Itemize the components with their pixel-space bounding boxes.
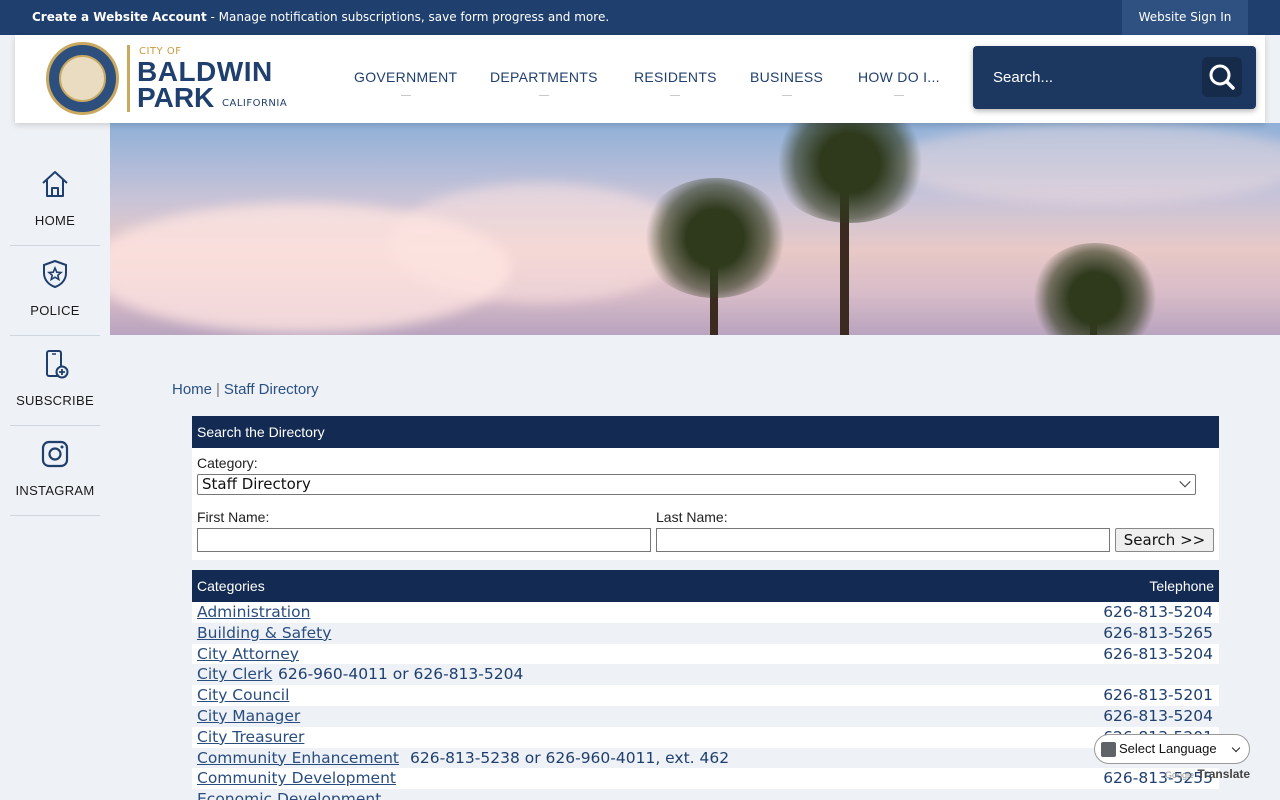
- nav-label: BUSINESS: [750, 69, 824, 85]
- category-selected-value: Staff Directory: [202, 475, 311, 493]
- breadcrumb-current[interactable]: Staff Directory: [224, 381, 319, 398]
- logo-divider: [127, 45, 130, 112]
- create-account-link[interactable]: Create a Website Account: [32, 10, 207, 24]
- rail-label: HOME: [34, 213, 76, 228]
- google-wordmark: Google: [1165, 770, 1195, 780]
- language-select-label: Select Language: [1119, 741, 1217, 756]
- telephone-column-header: Telephone: [1149, 578, 1214, 594]
- rail-label: POLICE: [30, 303, 80, 318]
- rail-item-subscribe[interactable]: SUBSCRIBE: [0, 336, 110, 426]
- table-row: Administration 626-813-5204: [192, 602, 1219, 623]
- category-link[interactable]: Community Development: [197, 768, 396, 789]
- rail-item-home[interactable]: HOME: [0, 156, 110, 246]
- category-link[interactable]: Administration: [197, 602, 310, 623]
- powered-by-google-translate[interactable]: Google Translate: [1165, 767, 1250, 781]
- category-link[interactable]: Community Enhancement: [197, 748, 399, 769]
- rail-item-instagram[interactable]: INSTAGRAM: [0, 426, 110, 516]
- site-search-box[interactable]: Search...: [973, 46, 1256, 109]
- logo-park[interactable]: PARK: [137, 82, 214, 114]
- table-row: Building & Safety 626-813-5265: [192, 622, 1219, 644]
- table-row: City Council 626-813-5201: [192, 685, 1219, 706]
- chevron-down-icon: [1179, 476, 1191, 488]
- language-select[interactable]: Select Language: [1094, 734, 1250, 764]
- rail-item-police[interactable]: POLICE: [0, 246, 110, 336]
- categories-table: Administration 626-813-5204 Building & Saf…: [192, 602, 1219, 800]
- rail-label: INSTAGRAM: [15, 483, 95, 498]
- category-telephone: 626-813-5265: [1103, 623, 1213, 642]
- table-row: Community Development 626-813-5255: [192, 768, 1219, 790]
- table-row: City Attorney 626-813-5204: [192, 643, 1219, 665]
- category-link[interactable]: City Manager: [197, 706, 300, 727]
- category-telephone: 626-813-5201: [1103, 686, 1213, 705]
- nav-label: GOVERNMENT: [354, 69, 458, 85]
- nav-label: DEPARTMENTS: [490, 69, 598, 85]
- directory-search-button[interactable]: Search >>: [1115, 528, 1214, 552]
- category-label: Category:: [197, 455, 258, 471]
- nav-label: RESIDENTS: [634, 69, 717, 85]
- rail-label: SUBSCRIBE: [16, 393, 94, 408]
- category-link[interactable]: Building & Safety: [197, 623, 331, 644]
- category-link[interactable]: Economic Development: [197, 789, 381, 800]
- city-seal-logo[interactable]: [46, 42, 119, 115]
- directory-search-header: Search the Directory: [192, 416, 1219, 448]
- category-select[interactable]: Staff Directory: [197, 474, 1196, 495]
- hero-banner-image: [110, 123, 1280, 335]
- category-link[interactable]: City Clerk: [197, 664, 272, 685]
- first-name-input[interactable]: [197, 528, 651, 552]
- phone-subscribe-icon: [46, 350, 69, 379]
- police-badge-icon: [43, 259, 67, 289]
- category-inline-phone: 626-960-4011 or 626-813-5204: [278, 665, 524, 684]
- category-link[interactable]: City Attorney: [197, 644, 299, 665]
- categories-column-header: Categories: [197, 578, 265, 594]
- nav-how-do-i[interactable]: HOW DO I...: [858, 69, 940, 96]
- table-row: City Treasurer626-813-5201: [192, 726, 1219, 748]
- google-translate-icon: [1101, 742, 1116, 757]
- breadcrumb-separator: |: [216, 381, 220, 398]
- category-telephone: 626-813-5204: [1103, 603, 1213, 621]
- category-telephone: 626-813-5204: [1103, 706, 1213, 725]
- breadcrumb-home[interactable]: Home: [172, 381, 212, 398]
- chevron-down-icon: [1231, 743, 1241, 753]
- nav-residents[interactable]: RESIDENTS: [634, 69, 717, 96]
- category-telephone: 626-813-5204: [1103, 644, 1213, 663]
- table-row: Economic Development: [192, 789, 1219, 800]
- categories-table-header: Categories Telephone: [192, 570, 1219, 602]
- nav-business[interactable]: BUSINESS: [750, 69, 824, 96]
- category-link[interactable]: City Treasurer: [197, 727, 304, 748]
- search-button[interactable]: [1202, 57, 1242, 97]
- top-bar: Create a Website Account - Manage notifi…: [0, 0, 1280, 35]
- last-name-label: Last Name:: [656, 509, 728, 525]
- logo-california: CALIFORNIA: [222, 98, 288, 109]
- table-row: Community Enhancement 626-813-5238 or 626…: [192, 747, 1219, 769]
- nav-label: HOW DO I...: [858, 69, 940, 85]
- last-name-input[interactable]: [656, 528, 1110, 552]
- quick-links-rail: HOME POLICE SUBSCRIBE INSTAGRAM: [0, 156, 110, 521]
- website-sign-in-button[interactable]: Website Sign In: [1122, 0, 1248, 35]
- nav-departments[interactable]: DEPARTMENTS: [490, 69, 598, 96]
- instagram-icon: [41, 440, 69, 468]
- translate-wordmark: Translate: [1197, 767, 1251, 781]
- search-input[interactable]: Search...: [993, 69, 1053, 86]
- breadcrumb: Home | Staff Directory: [172, 381, 319, 398]
- category-inline-phone: 626-813-5238 or 626-960-4011, ext. 462: [410, 748, 730, 767]
- table-row: City Manager 626-813-5204: [192, 705, 1219, 727]
- account-message: Create a Website Account - Manage notifi…: [32, 10, 609, 24]
- table-row: City Clerk 626-960-4011 or 626-813-5204: [192, 664, 1219, 686]
- category-link[interactable]: City Council: [197, 685, 289, 706]
- nav-government[interactable]: GOVERNMENT: [354, 69, 458, 96]
- first-name-label: First Name:: [197, 509, 270, 525]
- search-icon: [1209, 64, 1235, 90]
- account-description: - Manage notification subscriptions, sav…: [206, 10, 610, 24]
- home-icon: [42, 171, 68, 197]
